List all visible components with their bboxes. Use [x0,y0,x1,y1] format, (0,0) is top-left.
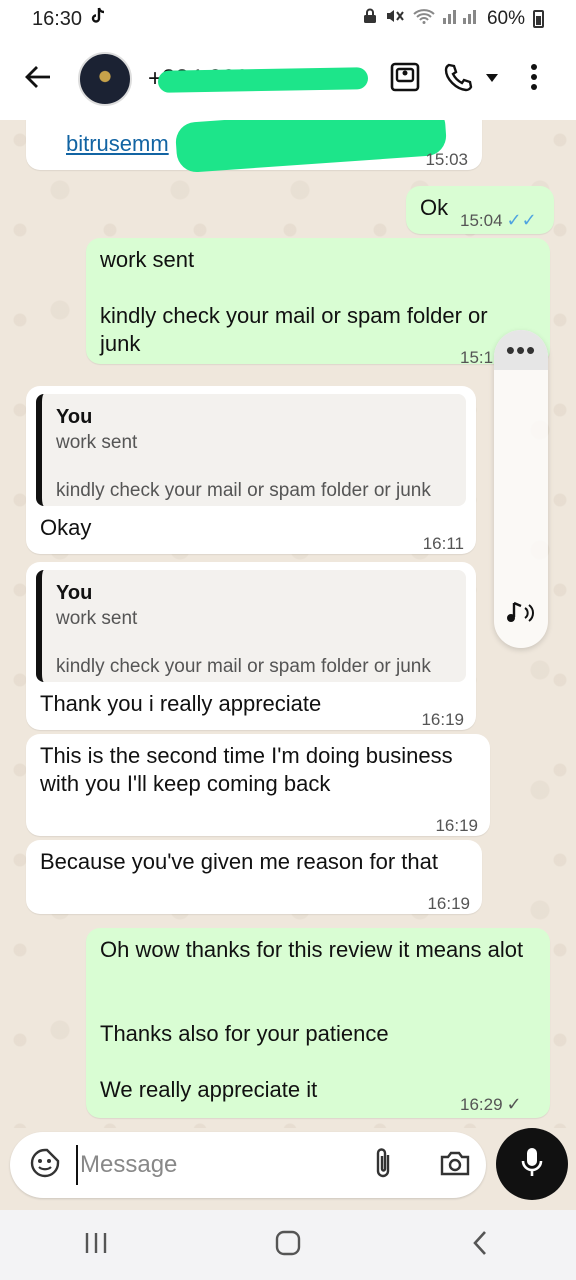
battery-icon [533,10,544,28]
mute-icon [385,8,405,30]
message-text-line: Thanks also for your patience [100,1021,389,1046]
quote-line: kindly check your mail or spam folder or… [56,480,431,501]
message-time: 16:29 ✓ [460,1090,522,1119]
message-bubble[interactable]: Ok 15:04 ✓✓ [406,186,554,234]
message-time: 15:04 ✓✓ [460,206,537,235]
message-time: 15:03 [425,150,468,169]
status-right: 60% [363,8,544,30]
lock-icon [363,8,377,30]
recent-apps-icon [84,1232,108,1259]
home-icon [275,1230,301,1261]
contact-name[interactable]: +234 902 453 6442 [148,63,373,95]
more-options-button[interactable] [511,56,557,102]
quoted-message[interactable]: You work sent kindly check your mail or … [36,570,466,682]
message-time-text: 15:04 [460,211,503,230]
chevron-left-icon [472,1230,488,1261]
system-nav-bar [0,1210,576,1280]
chat-header: +234 902 453 6442 [0,38,576,120]
quote-author: You [56,406,93,428]
chat-area[interactable]: bitrusemm 15:03 Ok 15:04 ✓✓ work sent kin… [0,120,576,1128]
voice-record-button[interactable] [496,1128,568,1200]
avatar[interactable] [78,52,132,106]
call-options-button[interactable] [481,56,503,102]
sticker-button[interactable] [14,1134,76,1196]
message-time: 16:19 [421,710,464,729]
quote-author: You [56,582,93,604]
message-link[interactable]: bitrusemm [66,130,169,158]
battery-percent: 60% [486,8,525,29]
message-time: 16:11 [422,534,464,553]
message-text-line: Oh wow thanks for this review it means a… [100,937,524,962]
message-time: 16:19 [427,894,470,913]
quote-line: work sent [56,432,138,453]
more-vertical-icon [530,63,538,96]
message-text-line: We really appreciate it [100,1077,318,1102]
double-check-icon: ✓✓ [506,210,537,230]
message-text-line: work sent [100,247,195,272]
phone-icon [443,62,473,97]
message-bubble[interactable]: work sent kindly check your mail or spam… [86,238,550,367]
attach-button[interactable] [360,1142,406,1188]
video-call-icon [390,62,422,97]
recent-apps-button[interactable] [56,1215,136,1275]
paperclip-icon [372,1146,394,1185]
arrow-left-icon [24,65,52,94]
video-call-button[interactable] [383,56,429,102]
message-input[interactable] [76,1145,336,1185]
status-bar: 16:30 60% [0,0,576,38]
redaction-mark [174,120,448,174]
message-bubble[interactable]: Oh wow thanks for this review it means a… [86,928,550,1118]
chevron-down-icon [485,70,499,88]
microphone-icon [520,1146,544,1183]
message-bubble[interactable]: You work sent kindly check your mail or … [26,386,476,554]
status-time: 16:30 [32,7,83,30]
message-bubble[interactable]: bitrusemm 15:03 [26,120,482,174]
status-left: 16:30 [32,7,106,31]
back-nav-button[interactable] [440,1215,520,1275]
check-icon: ✓ [506,1094,522,1114]
message-time: 16:19 [435,816,478,835]
tiktok-icon [90,7,106,31]
message-bubble[interactable]: You work sent kindly check your mail or … [26,562,476,730]
message-time-text: 16:29 [460,1095,503,1114]
redaction-mark [157,67,369,93]
message-time: 15:1 [460,348,494,367]
message-text: Ok [420,195,449,220]
quote-line: kindly check your mail or spam folder or… [56,656,431,677]
camera-button[interactable] [432,1142,478,1188]
call-button[interactable] [435,56,481,102]
signal-icon [442,8,479,30]
message-text: This is the second time I'm doing busine… [40,743,453,796]
quote-line: work sent [56,608,138,629]
wifi-icon [413,8,435,30]
sticker-icon [29,1147,61,1184]
message-composer [10,1132,486,1198]
message-bubble[interactable]: This is the second time I'm doing busine… [26,734,490,836]
camera-icon [439,1149,471,1182]
message-bubble[interactable]: Because you've given me reason for that … [26,840,482,914]
home-button[interactable] [248,1215,328,1275]
message-text: Thank you i really appreciate [40,691,322,716]
quoted-message[interactable]: You work sent kindly check your mail or … [36,394,466,506]
message-text: Okay [40,515,92,540]
audio-scrubber[interactable]: ••• [494,330,548,648]
back-button[interactable] [6,47,70,111]
message-text: Because you've given me reason for that [40,849,438,874]
audio-icon[interactable] [500,596,542,630]
